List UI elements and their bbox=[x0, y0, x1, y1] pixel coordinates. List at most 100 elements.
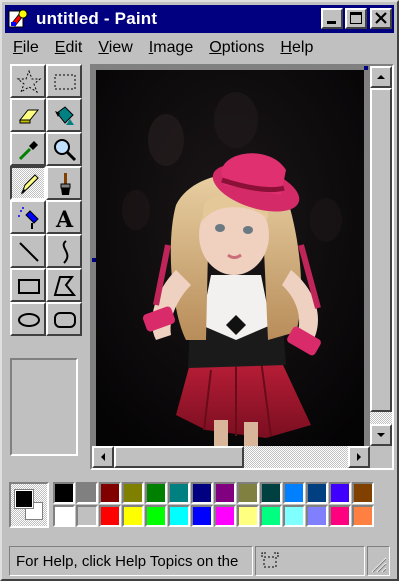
tool-select[interactable] bbox=[46, 64, 82, 98]
resize-handle-left[interactable] bbox=[92, 258, 96, 262]
palette-swatch[interactable] bbox=[283, 505, 305, 527]
palette-swatch[interactable] bbox=[168, 505, 190, 527]
palette-swatch[interactable] bbox=[145, 505, 167, 527]
palette-swatch[interactable] bbox=[191, 482, 213, 504]
scroll-down-button[interactable] bbox=[370, 424, 392, 446]
tool-pick-color[interactable] bbox=[10, 132, 46, 166]
foreground-color-swatch bbox=[14, 489, 34, 509]
menu-help[interactable]: Help bbox=[272, 39, 321, 57]
tool-pencil[interactable] bbox=[10, 166, 46, 200]
palette-swatch[interactable] bbox=[283, 482, 305, 504]
tool-brush[interactable] bbox=[46, 166, 82, 200]
rounded-rectangle-icon bbox=[54, 312, 76, 328]
palette-swatch[interactable] bbox=[122, 505, 144, 527]
cursor-position-icon bbox=[261, 552, 279, 568]
tool-fill[interactable] bbox=[46, 98, 82, 132]
status-bar: For Help, click Help Topics on the bbox=[5, 542, 394, 578]
tool-rounded-rectangle[interactable] bbox=[46, 302, 82, 336]
palette-swatch[interactable] bbox=[237, 482, 259, 504]
palette-swatch[interactable] bbox=[214, 505, 236, 527]
palette-swatch[interactable] bbox=[260, 482, 282, 504]
eyedropper-icon bbox=[18, 141, 38, 161]
palette-swatch[interactable] bbox=[99, 505, 121, 527]
tool-eraser[interactable] bbox=[10, 98, 46, 132]
palette-swatch[interactable] bbox=[329, 482, 351, 504]
status-help-panel: For Help, click Help Topics on the bbox=[9, 546, 253, 576]
magnifier-icon bbox=[54, 139, 77, 162]
menu-edit[interactable]: Edit bbox=[47, 39, 91, 57]
resize-grip-icon[interactable] bbox=[369, 555, 387, 573]
palette-swatch[interactable] bbox=[214, 482, 236, 504]
ellipse-icon bbox=[18, 313, 40, 327]
rect-select-icon bbox=[54, 74, 76, 90]
palette-swatch[interactable] bbox=[168, 482, 190, 504]
palette-swatch[interactable] bbox=[53, 482, 75, 504]
palette-swatch[interactable] bbox=[145, 482, 167, 504]
menu-view[interactable]: View bbox=[90, 39, 140, 57]
airbrush-icon bbox=[18, 207, 39, 229]
line-icon bbox=[19, 242, 39, 262]
palette-swatch[interactable] bbox=[99, 482, 121, 504]
horizontal-scroll-thumb[interactable] bbox=[114, 446, 244, 468]
tool-text[interactable]: A bbox=[46, 200, 82, 234]
brush-icon bbox=[60, 173, 71, 195]
palette-swatch[interactable] bbox=[306, 482, 328, 504]
status-coords-panel bbox=[255, 546, 365, 576]
tool-line[interactable] bbox=[10, 234, 46, 268]
arrow-down-icon bbox=[377, 433, 385, 437]
horizontal-scrollbar[interactable] bbox=[92, 446, 370, 468]
window-title: untitled - Paint bbox=[36, 9, 158, 28]
scroll-corner bbox=[370, 446, 392, 468]
eraser-icon bbox=[18, 109, 40, 124]
menu-image[interactable]: Image bbox=[141, 39, 201, 57]
palette-swatch[interactable] bbox=[237, 505, 259, 527]
tool-rectangle[interactable] bbox=[10, 268, 46, 302]
minimize-icon bbox=[327, 21, 336, 24]
palette-swatch[interactable] bbox=[260, 505, 282, 527]
pencil-icon bbox=[20, 174, 39, 195]
vertical-scroll-thumb[interactable] bbox=[370, 88, 392, 412]
paint-window: untitled - Paint File Edit View Image Op… bbox=[0, 0, 399, 581]
palette-swatch[interactable] bbox=[53, 505, 75, 527]
canvas-image[interactable] bbox=[96, 70, 364, 446]
arrow-left-icon bbox=[101, 453, 105, 461]
menu-file[interactable]: File bbox=[5, 39, 47, 57]
title-bar[interactable]: untitled - Paint bbox=[5, 5, 394, 33]
minimize-button[interactable] bbox=[321, 8, 343, 29]
tool-magnifier[interactable] bbox=[46, 132, 82, 166]
paint-bucket-icon bbox=[55, 106, 74, 125]
close-button[interactable] bbox=[370, 8, 392, 29]
tool-airbrush[interactable] bbox=[10, 200, 46, 234]
palette-swatch[interactable] bbox=[352, 505, 374, 527]
tool-polygon[interactable] bbox=[46, 268, 82, 302]
scroll-up-button[interactable] bbox=[370, 66, 392, 88]
tool-ellipse[interactable] bbox=[10, 302, 46, 336]
palette-swatch[interactable] bbox=[191, 505, 213, 527]
maximize-button[interactable] bbox=[345, 8, 367, 29]
menu-options[interactable]: Options bbox=[201, 39, 272, 57]
resize-handle-top-right[interactable] bbox=[364, 66, 368, 70]
photo-girl-pink-hat bbox=[96, 70, 364, 446]
vertical-scrollbar[interactable] bbox=[370, 66, 392, 446]
arrow-up-icon bbox=[377, 75, 385, 79]
status-help-text: For Help, click Help Topics on the bbox=[16, 553, 239, 570]
palette-swatch[interactable] bbox=[122, 482, 144, 504]
svg-text:A: A bbox=[55, 207, 74, 231]
palette-swatch[interactable] bbox=[352, 482, 374, 504]
palette-swatch[interactable] bbox=[329, 505, 351, 527]
rectangle-icon bbox=[18, 279, 40, 294]
tool-free-form-select[interactable] bbox=[10, 64, 46, 98]
palette-swatch[interactable] bbox=[306, 505, 328, 527]
polygon-icon bbox=[53, 276, 77, 296]
paint-app-icon[interactable] bbox=[8, 8, 30, 30]
scroll-left-button[interactable] bbox=[92, 446, 114, 468]
current-colors[interactable] bbox=[9, 482, 49, 528]
arrow-right-icon bbox=[357, 453, 361, 461]
scroll-right-button[interactable] bbox=[348, 446, 370, 468]
tool-curve[interactable] bbox=[46, 234, 82, 268]
palette-swatch[interactable] bbox=[76, 482, 98, 504]
canvas-frame bbox=[90, 64, 394, 470]
status-grip-panel bbox=[367, 546, 390, 576]
palette-swatch[interactable] bbox=[76, 505, 98, 527]
tool-options-box[interactable] bbox=[10, 358, 78, 456]
